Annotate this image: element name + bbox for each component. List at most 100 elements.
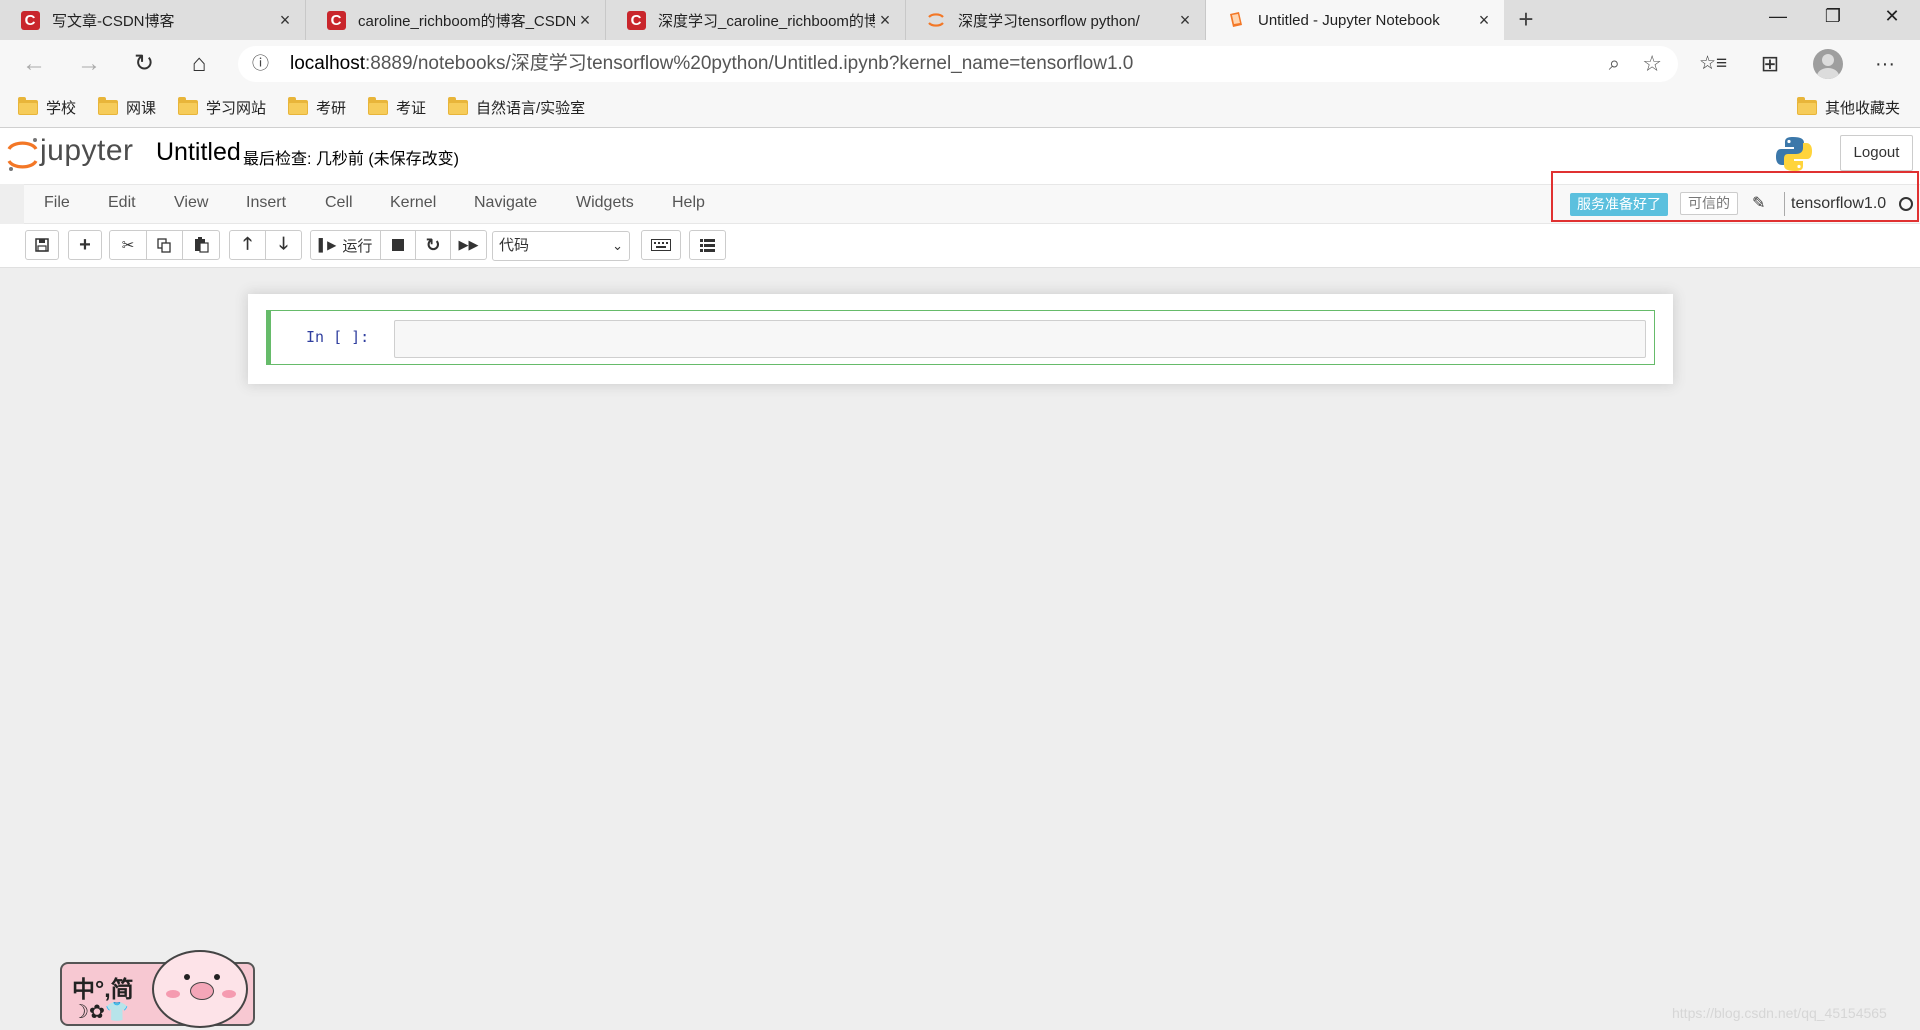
tab-title: Untitled - Jupyter Notebook — [1258, 11, 1440, 29]
kernel-idle-icon — [1899, 197, 1913, 211]
forward-icon[interactable]: → — [73, 48, 105, 80]
url-host: localhost — [290, 53, 365, 74]
browser-tab[interactable]: C caroline_richboom的博客_CSDN博 × — [306, 0, 606, 40]
bookmark-label: 考研 — [316, 100, 347, 117]
notebook-toolbar: + ✂ 🡑 🡓 ▌▶ 运行 ↻ ▶▶ — [0, 224, 1920, 268]
code-input-area[interactable] — [394, 320, 1646, 358]
paste-icon — [194, 237, 209, 253]
save-button[interactable] — [25, 230, 59, 260]
menu-insert[interactable]: Insert — [246, 194, 286, 212]
menu-cell[interactable]: Cell — [325, 194, 353, 212]
restart-button[interactable]: ↻ — [415, 230, 451, 260]
window-close-button[interactable]: ✕ — [1872, 6, 1912, 27]
menu-navigate[interactable]: Navigate — [474, 194, 537, 212]
jupyter-icon — [926, 10, 946, 30]
pig-cheek — [222, 990, 236, 998]
jupyter-logo-icon[interactable] — [6, 135, 40, 175]
bookmark-folder[interactable]: 学校 — [18, 97, 76, 118]
bookmark-folder[interactable]: 考研 — [288, 97, 346, 118]
cell-type-select[interactable]: 代码 ⌄ — [492, 231, 630, 261]
bookmark-folder[interactable]: 考证 — [368, 97, 426, 118]
home-icon[interactable]: ⌂ — [183, 48, 215, 80]
cell-prompt: In [ ]: — [306, 328, 370, 346]
close-icon[interactable]: × — [875, 10, 895, 31]
other-bookmarks-folder[interactable]: 其他收藏夹 — [1797, 97, 1900, 118]
menu-file[interactable]: File — [44, 194, 70, 212]
bookmark-folder[interactable]: 自然语言/实验室 — [448, 97, 585, 118]
csdn-icon: C — [626, 10, 646, 30]
copy-button[interactable] — [146, 230, 183, 260]
notebook-icon — [1226, 10, 1246, 30]
folder-icon — [448, 97, 468, 115]
star-icon[interactable]: ☆ — [1642, 46, 1662, 82]
csdn-icon: C — [326, 10, 346, 30]
run-label: 运行 — [342, 237, 373, 255]
browser-navbar: ← → ↻ ⌂ ⓘ localhost:8889/notebooks/深度学习t… — [0, 40, 1920, 88]
command-palette-button[interactable] — [641, 230, 681, 260]
menu-view[interactable]: View — [174, 194, 208, 212]
bookmark-label: 考证 — [396, 100, 427, 117]
stop-icon — [392, 239, 404, 251]
pig-cheek — [166, 990, 180, 998]
close-icon[interactable]: × — [1175, 10, 1195, 31]
refresh-icon: ↻ — [425, 234, 441, 255]
address-bar[interactable]: ⓘ localhost:8889/notebooks/深度学习tensorflo… — [238, 46, 1678, 82]
keyboard-icon — [651, 239, 671, 251]
restart-run-all-button[interactable]: ▶▶ — [450, 230, 487, 260]
tab-title: 深度学习_caroline_richboom的博 — [658, 12, 875, 30]
browser-tab[interactable]: C 写文章-CSDN博客 × — [0, 0, 306, 40]
folder-icon — [178, 97, 198, 115]
logout-button[interactable]: Logout — [1840, 135, 1913, 171]
info-icon[interactable]: ⓘ — [252, 46, 269, 82]
csdn-icon: C — [20, 10, 40, 30]
zoom-icon[interactable]: ⌕ — [1609, 46, 1620, 82]
menu-help[interactable]: Help — [672, 194, 705, 212]
profile-avatar[interactable] — [1813, 49, 1843, 79]
pig-eye — [214, 974, 220, 980]
watermark: https://blog.csdn.net/qq_45154565 — [1672, 1005, 1887, 1021]
trusted-badge[interactable]: 可信的 — [1680, 192, 1738, 215]
notebook-title[interactable]: Untitled — [156, 138, 241, 167]
close-icon[interactable]: × — [1474, 10, 1494, 31]
close-icon[interactable]: × — [575, 10, 595, 31]
bookmark-folder[interactable]: 网课 — [98, 97, 156, 118]
back-icon[interactable]: ← — [18, 48, 50, 80]
list-icon — [700, 238, 715, 252]
close-icon[interactable]: × — [275, 10, 295, 31]
interrupt-button[interactable] — [380, 230, 416, 260]
save-icon — [35, 238, 49, 252]
pig-eye — [184, 974, 190, 980]
browser-tab-active[interactable]: Untitled - Jupyter Notebook × — [1206, 0, 1504, 40]
pencil-icon[interactable]: ✎ — [1752, 193, 1765, 213]
kernel-status-badge: 服务准备好了 — [1570, 193, 1668, 216]
browser-tab[interactable]: C 深度学习_caroline_richboom的博 × — [606, 0, 906, 40]
new-tab-button[interactable]: + — [1510, 4, 1542, 35]
menu-widgets[interactable]: Widgets — [576, 194, 634, 212]
refresh-icon[interactable]: ↻ — [128, 48, 160, 80]
paste-button[interactable] — [182, 230, 220, 260]
run-button[interactable]: ▌▶ 运行 — [310, 230, 381, 260]
toc-button[interactable] — [689, 230, 726, 260]
kernel-name[interactable]: tensorflow1.0 — [1784, 192, 1886, 216]
more-icon[interactable]: ··· — [1869, 48, 1901, 80]
menu-edit[interactable]: Edit — [108, 194, 136, 212]
move-down-button[interactable]: 🡓 — [265, 230, 302, 260]
copy-icon — [157, 237, 171, 253]
jupyter-wordmark: jupyter — [40, 134, 134, 167]
restore-button[interactable]: ❐ — [1813, 6, 1853, 27]
browser-tab[interactable]: 深度学习tensorflow python/ × — [906, 0, 1206, 40]
cut-button[interactable]: ✂ — [109, 230, 147, 260]
bookmark-folder[interactable]: 学习网站 — [178, 97, 266, 118]
checkpoint-status: 最后检查: 几秒前 (未保存改变) — [243, 151, 459, 168]
menu-kernel[interactable]: Kernel — [390, 194, 436, 212]
bookmark-label: 网课 — [126, 100, 157, 117]
collections-icon[interactable]: ⊞ — [1754, 48, 1786, 80]
folder-icon — [98, 97, 118, 115]
minimize-button[interactable]: — — [1758, 6, 1798, 27]
tab-title: 深度学习tensorflow python/ — [958, 12, 1140, 30]
bookmark-label: 自然语言/实验室 — [476, 100, 586, 117]
insert-cell-button[interactable]: + — [68, 230, 102, 260]
plus-icon: + — [79, 233, 91, 256]
move-up-button[interactable]: 🡑 — [229, 230, 266, 260]
favorites-icon[interactable]: ☆≡ — [1697, 48, 1729, 80]
